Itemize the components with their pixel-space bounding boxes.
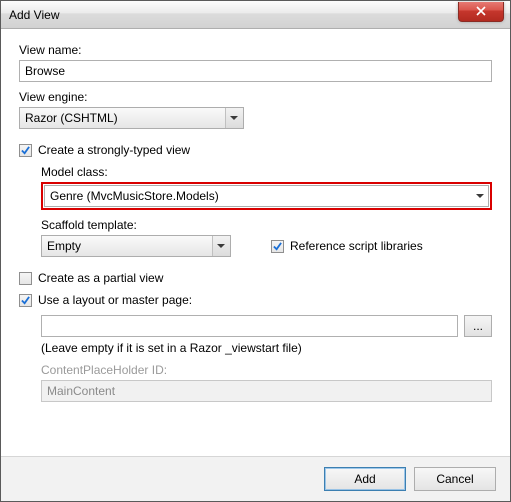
- strongly-typed-row[interactable]: Create a strongly-typed view: [19, 143, 492, 157]
- model-class-highlight: Genre (MvcMusicStore.Models): [41, 182, 492, 210]
- partial-view-checkbox[interactable]: [19, 272, 32, 285]
- view-engine-combo[interactable]: Razor (CSHTML): [19, 107, 244, 129]
- view-name-input[interactable]: [19, 60, 492, 82]
- model-class-combo[interactable]: Genre (MvcMusicStore.Models): [44, 185, 489, 207]
- model-class-value: Genre (MvcMusicStore.Models): [50, 189, 219, 203]
- model-class-label: Model class:: [41, 165, 492, 179]
- scaffold-label: Scaffold template:: [41, 218, 492, 232]
- window-title: Add View: [1, 8, 458, 22]
- layout-hint: (Leave empty if it is set in a Razor _vi…: [41, 341, 492, 355]
- ref-scripts-checkbox[interactable]: [271, 240, 284, 253]
- dialog-footer: Add Cancel: [1, 456, 510, 501]
- ref-scripts-label: Reference script libraries: [290, 239, 423, 253]
- use-layout-checkbox[interactable]: [19, 294, 32, 307]
- dialog-body: View name: View engine: Razor (CSHTML) C…: [1, 29, 510, 456]
- strongly-typed-label: Create a strongly-typed view: [38, 143, 190, 157]
- strongly-typed-checkbox[interactable]: [19, 144, 32, 157]
- cancel-button[interactable]: Cancel: [414, 467, 496, 491]
- title-bar: Add View: [1, 1, 510, 29]
- browse-button[interactable]: ...: [464, 315, 492, 337]
- layout-path-input[interactable]: [41, 315, 458, 337]
- close-button[interactable]: [458, 2, 504, 22]
- scaffold-combo[interactable]: Empty: [41, 235, 231, 257]
- ellipsis-icon: ...: [473, 319, 483, 333]
- partial-view-label: Create as a partial view: [38, 271, 163, 285]
- close-icon: [476, 6, 486, 16]
- chevron-down-icon: [230, 116, 238, 120]
- cph-input: [41, 380, 492, 402]
- view-engine-label: View engine:: [19, 90, 492, 104]
- use-layout-row[interactable]: Use a layout or master page:: [19, 293, 492, 307]
- add-view-dialog: Add View View name: View engine: Razor (…: [0, 0, 511, 502]
- ref-scripts-row[interactable]: Reference script libraries: [271, 239, 423, 253]
- view-name-label: View name:: [19, 43, 492, 57]
- chevron-down-icon: [217, 244, 225, 248]
- partial-view-row[interactable]: Create as a partial view: [19, 271, 492, 285]
- add-button[interactable]: Add: [324, 467, 406, 491]
- use-layout-label: Use a layout or master page:: [38, 293, 192, 307]
- chevron-down-icon: [476, 194, 484, 198]
- scaffold-value: Empty: [47, 239, 81, 253]
- cph-label: ContentPlaceHolder ID:: [41, 363, 492, 377]
- view-engine-value: Razor (CSHTML): [25, 111, 118, 125]
